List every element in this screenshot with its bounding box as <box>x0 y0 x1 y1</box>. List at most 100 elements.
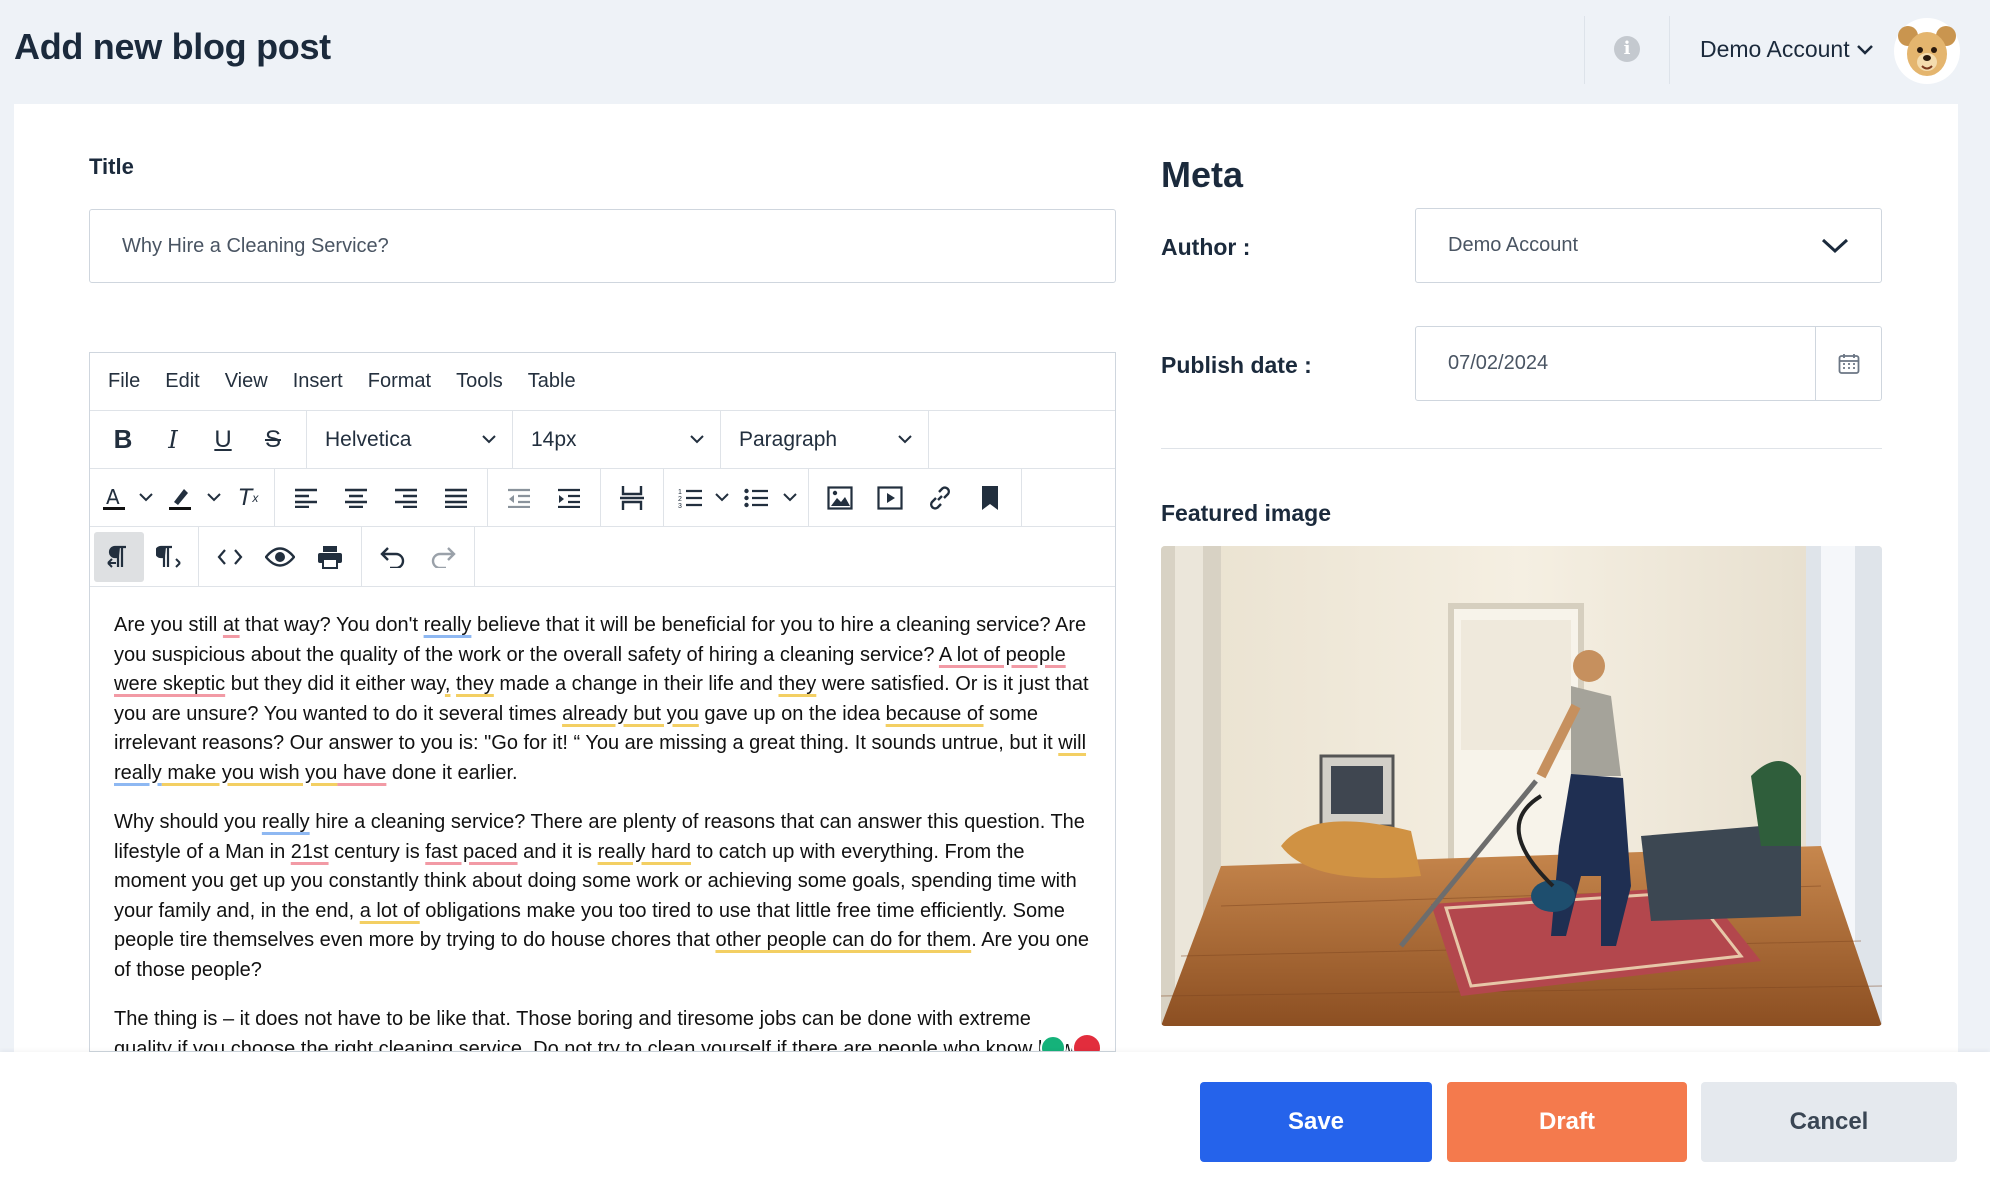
draft-button[interactable]: Draft <box>1447 1082 1687 1162</box>
numbered-list-icon[interactable]: 123 <box>670 473 710 523</box>
editor-text-run: they <box>778 673 817 695</box>
editor-text-run: that way? You don't <box>239 614 424 636</box>
editor-text-run: century is <box>328 840 426 863</box>
editor-text-run: 21st <box>290 840 329 863</box>
menu-insert[interactable]: Insert <box>293 370 343 393</box>
page-title: Add new blog post <box>14 26 331 67</box>
info-icon[interactable]: i <box>1614 36 1640 62</box>
redo-icon[interactable] <box>418 532 468 582</box>
image-icon[interactable] <box>815 473 865 523</box>
editor-text-run: but they did it either way <box>225 673 445 695</box>
editor-text-run: make you wish you <box>161 761 338 784</box>
highlight-color-icon[interactable] <box>158 473 202 523</box>
source-code-icon[interactable] <box>205 532 255 582</box>
bookmark-icon[interactable] <box>965 473 1015 523</box>
print-icon[interactable] <box>305 532 355 582</box>
editor-paragraph[interactable]: The thing is – it does not have to be li… <box>114 1005 1091 1052</box>
editor-text-run: Are you still <box>114 614 223 636</box>
svg-text:A: A <box>106 485 120 509</box>
menu-view[interactable]: View <box>225 370 268 393</box>
svg-text:2: 2 <box>678 496 682 503</box>
font-family-value: Helvetica <box>325 427 412 451</box>
align-left-icon[interactable] <box>281 473 331 523</box>
svg-text:3: 3 <box>678 503 682 509</box>
menu-format[interactable]: Format <box>368 370 431 393</box>
featured-image-label: Featured image <box>1161 500 1331 526</box>
editor-text-run: really <box>114 761 162 784</box>
editor-text-run: made a change in their life and <box>493 673 779 695</box>
editor-text-run: at <box>222 614 240 636</box>
chevron-down-icon[interactable] <box>134 473 158 523</box>
block-format-value: Paragraph <box>739 427 838 451</box>
editor-text-run: will <box>1058 732 1087 754</box>
text-color-icon[interactable]: A <box>94 473 134 523</box>
title-input[interactable] <box>89 209 1116 283</box>
block-format-select[interactable]: Paragraph <box>721 411 929 468</box>
chevron-down-icon[interactable] <box>710 473 734 523</box>
chevron-down-icon <box>1856 44 1873 55</box>
rtl-direction-icon[interactable] <box>144 532 194 582</box>
editor-text-run: really <box>423 614 472 636</box>
chevron-down-icon[interactable] <box>778 473 802 523</box>
menu-tools[interactable]: Tools <box>456 370 503 393</box>
preview-eye-icon[interactable] <box>255 532 305 582</box>
action-footer: Save Draft Cancel <box>0 1052 1990 1178</box>
editor-text-run: they <box>456 673 494 695</box>
ltr-direction-icon[interactable] <box>94 531 144 582</box>
page-break-icon[interactable] <box>607 473 657 523</box>
toolbar-row <box>90 527 1115 587</box>
clear-format-icon[interactable]: Tx <box>226 473 270 523</box>
font-size-select[interactable]: 14px <box>513 411 721 468</box>
author-value: Demo Account <box>1448 234 1579 256</box>
toolbar-row: B I U S Helvetica 14px Paragraph <box>90 411 1115 469</box>
publish-date-value: 07/02/2024 <box>1448 352 1549 374</box>
link-icon[interactable] <box>915 473 965 523</box>
font-size-value: 14px <box>531 427 577 451</box>
account-menu[interactable]: Demo Account <box>1700 36 1874 63</box>
meta-divider <box>1161 448 1882 449</box>
header-divider <box>1584 16 1585 84</box>
author-select[interactable]: Demo Account <box>1415 208 1882 283</box>
undo-icon[interactable] <box>368 532 418 582</box>
align-justify-icon[interactable] <box>431 473 481 523</box>
meta-heading: Meta <box>1161 154 1244 195</box>
chevron-down-icon <box>1821 238 1849 253</box>
bold-icon[interactable]: B <box>98 415 148 465</box>
featured-image[interactable] <box>1161 546 1882 1026</box>
underline-icon[interactable]: U <box>198 415 248 465</box>
toolbar-row: A Tx 123 <box>90 469 1115 527</box>
editor-content[interactable]: Are you still at that way? You don't rea… <box>90 587 1115 1052</box>
outdent-icon[interactable] <box>494 473 544 523</box>
publish-date-input[interactable]: 07/02/2024 <box>1415 326 1882 401</box>
author-label: Author : <box>1161 234 1251 260</box>
avatar[interactable] <box>1894 18 1960 84</box>
bullet-list-icon[interactable] <box>734 473 778 523</box>
font-family-select[interactable]: Helvetica <box>307 411 513 468</box>
align-right-icon[interactable] <box>381 473 431 523</box>
menu-table[interactable]: Table <box>528 370 576 393</box>
chevron-down-icon <box>690 435 704 444</box>
account-name: Demo Account <box>1700 36 1850 62</box>
menu-file[interactable]: File <box>108 370 140 393</box>
editor-text-run: fast paced <box>425 840 518 863</box>
editor-text-run: The thing is – it does not have to be li… <box>114 1008 1075 1052</box>
editor-text-run: gave up on the idea <box>698 702 886 725</box>
indent-icon[interactable] <box>544 473 594 523</box>
menu-edit[interactable]: Edit <box>165 370 199 393</box>
chevron-down-icon <box>482 435 496 444</box>
title-label: Title <box>89 154 134 179</box>
editor-paragraph[interactable]: Are you still at that way? You don't rea… <box>114 611 1091 788</box>
align-center-icon[interactable] <box>331 473 381 523</box>
italic-icon[interactable]: I <box>148 415 198 465</box>
editor-paragraph[interactable]: Why should you really hire a cleaning se… <box>114 808 1091 985</box>
video-icon[interactable] <box>865 473 915 523</box>
calendar-icon[interactable] <box>1815 327 1881 400</box>
chevron-down-icon[interactable] <box>202 473 226 523</box>
cancel-button[interactable]: Cancel <box>1701 1082 1957 1162</box>
editor-text-run: Why should you <box>114 811 262 833</box>
svg-text:1: 1 <box>678 489 682 496</box>
header-divider <box>1669 16 1670 84</box>
save-button[interactable]: Save <box>1200 1082 1432 1162</box>
strikethrough-icon[interactable]: S <box>248 415 298 465</box>
editor-text-run: really <box>261 811 310 833</box>
